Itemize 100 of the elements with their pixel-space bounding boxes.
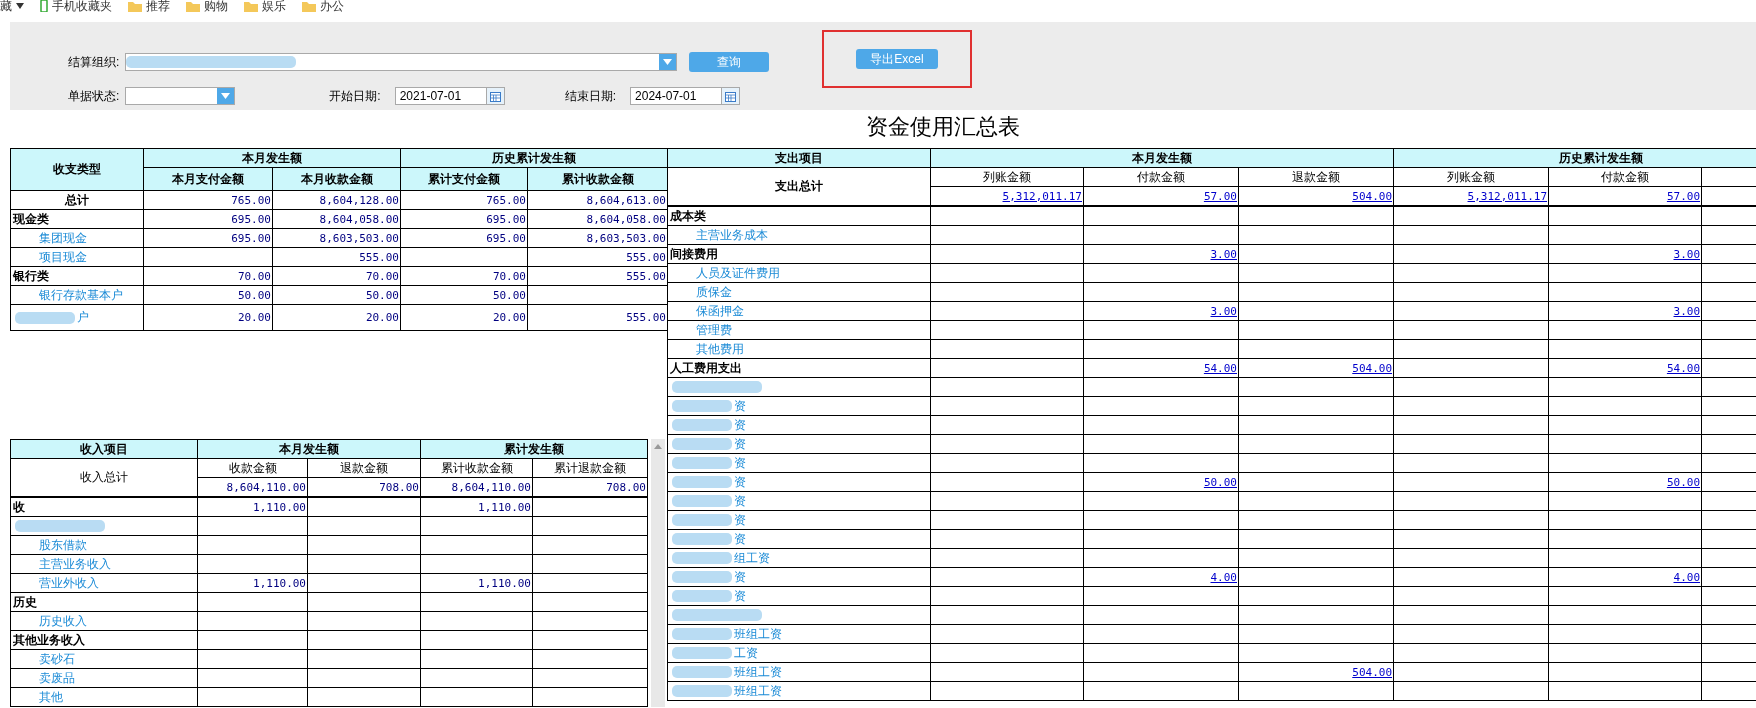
row-label: 组工资: [667, 548, 931, 568]
row-label: 成本类: [667, 206, 931, 226]
row-label: 资: [667, 453, 931, 473]
bookmark-link[interactable]: 手机收藏夹: [52, 0, 112, 12]
row-label[interactable]: 历史收入: [10, 611, 198, 631]
blur-patch: [672, 399, 732, 414]
row-label[interactable]: 人员及证件费用: [667, 263, 931, 283]
row-label[interactable]: 其他: [10, 687, 198, 707]
row-label[interactable]: 银行存款基本户: [10, 285, 144, 305]
row-label: 资: [667, 472, 931, 492]
amount-cell: 20.00: [272, 304, 401, 331]
row-label[interactable]: 项目现金: [10, 247, 144, 267]
folder-icon: [302, 0, 316, 12]
bookmark-link[interactable]: 娱乐: [262, 0, 286, 12]
amount-cell[interactable]: 504.00: [1238, 662, 1394, 682]
field-label: 单据状态:: [68, 87, 120, 105]
amount-cell: 1,110.00: [420, 573, 533, 593]
blur-patch: [672, 456, 732, 471]
amount-cell[interactable]: 504.00: [1238, 358, 1394, 378]
row-label: 银行类: [10, 266, 144, 286]
scroll-up-icon[interactable]: [654, 444, 662, 449]
row-label: 资: [667, 415, 931, 435]
blur-patch: [672, 665, 732, 680]
phone-icon: [40, 0, 48, 12]
amount-cell: 1,110.00: [197, 497, 308, 517]
amount-cell: 20.00: [400, 304, 528, 331]
row-label[interactable]: 卖废品: [10, 668, 198, 688]
row-label: 户: [10, 304, 144, 331]
column-header: 本月发生额: [197, 439, 421, 459]
column-header: 支出项目: [667, 148, 931, 168]
calendar-icon[interactable]: [485, 88, 504, 104]
row-label[interactable]: 管理费: [667, 320, 931, 340]
bookmark-link[interactable]: 推荐: [146, 0, 170, 12]
row-label: 班组工资: [667, 681, 931, 701]
amount-cell: 1,110.00: [197, 573, 308, 593]
amount-cell[interactable]: 50.00: [1083, 472, 1239, 492]
amount-cell: 765.00: [400, 190, 528, 210]
row-label: 收: [10, 497, 198, 517]
row-label[interactable]: 质保金: [667, 282, 931, 302]
date-field[interactable]: 2021-07-01: [394, 87, 505, 105]
row-label: 总计: [10, 190, 144, 210]
bookmark-menu[interactable]: 藏: [0, 0, 12, 12]
row-label[interactable]: 卖砂石: [10, 649, 198, 669]
report-title: 资金使用汇总表: [865, 113, 1021, 141]
column-header: 本月支付金额: [143, 167, 273, 191]
amount-cell[interactable]: 54.00: [1548, 358, 1702, 378]
amount-cell: 8,604,128.00: [272, 190, 401, 210]
blur-patch: [672, 589, 732, 604]
amount-cell[interactable]: 3.00: [1083, 301, 1239, 321]
amount-cell[interactable]: 4.00: [1548, 567, 1702, 587]
bookmark-link[interactable]: 办公: [320, 0, 344, 12]
calendar-icon[interactable]: [721, 88, 740, 104]
amount-cell: 70.00: [400, 266, 528, 286]
amount-cell[interactable]: 54.00: [1083, 358, 1239, 378]
field-label: 结束日期:: [564, 87, 617, 105]
dropdown-icon[interactable]: [659, 54, 677, 70]
row-label: 资: [667, 529, 931, 549]
row-label[interactable]: 集团现金: [10, 228, 144, 248]
row-label[interactable]: 其他费用: [667, 339, 931, 359]
row-label: 班组工资: [667, 662, 931, 682]
amount-cell: 765.00: [143, 190, 273, 210]
blur-patch: [672, 684, 732, 699]
column-header: 累计收款金额: [527, 167, 668, 191]
bookmark-link[interactable]: 购物: [204, 0, 228, 12]
amount-cell: 695.00: [400, 209, 528, 229]
total-label: 收入总计: [10, 458, 198, 497]
amount-cell[interactable]: 3.00: [1083, 244, 1239, 264]
amount-cell: 695.00: [143, 228, 273, 248]
column-header: 本月收款金额: [272, 167, 401, 191]
row-label[interactable]: 保函押金: [667, 301, 931, 321]
org-select[interactable]: [125, 53, 678, 71]
row-label: 其他业务收入: [10, 630, 198, 650]
blur-patch: [15, 310, 75, 325]
amount-cell[interactable]: 3.00: [1548, 301, 1702, 321]
row-label[interactable]: 主营业务成本: [667, 225, 931, 245]
blur-patch: [672, 494, 732, 509]
total-label: 支出总计: [667, 167, 931, 206]
blur-patch: [672, 532, 732, 547]
field-label: 开始日期:: [329, 87, 381, 105]
amount-cell[interactable]: 4.00: [1083, 567, 1239, 587]
scrollbar[interactable]: [651, 439, 665, 707]
column-header: 收支类型: [10, 148, 144, 191]
date-field[interactable]: 2024-07-01: [630, 87, 741, 105]
status-select[interactable]: [125, 87, 236, 105]
amount-cell: 70.00: [143, 266, 273, 286]
row-label: 资: [667, 396, 931, 416]
dropdown-icon[interactable]: [217, 88, 235, 104]
amount-cell: 50.00: [272, 285, 401, 305]
row-label[interactable]: 股东借款: [10, 535, 198, 555]
blur-patch: [672, 513, 732, 528]
amount-cell[interactable]: 3.00: [1548, 244, 1702, 264]
amount-cell: 70.00: [272, 266, 401, 286]
blur-patch: [672, 418, 732, 433]
column-header: 累计发生额: [420, 439, 648, 459]
row-label: 间接费用: [667, 244, 931, 264]
amount-cell: 695.00: [143, 209, 273, 229]
amount-cell[interactable]: 50.00: [1548, 472, 1702, 492]
amount-cell: 20.00: [143, 304, 273, 331]
row-label[interactable]: 主营业务收入: [10, 554, 198, 574]
row-label[interactable]: 营业外收入: [10, 573, 198, 593]
